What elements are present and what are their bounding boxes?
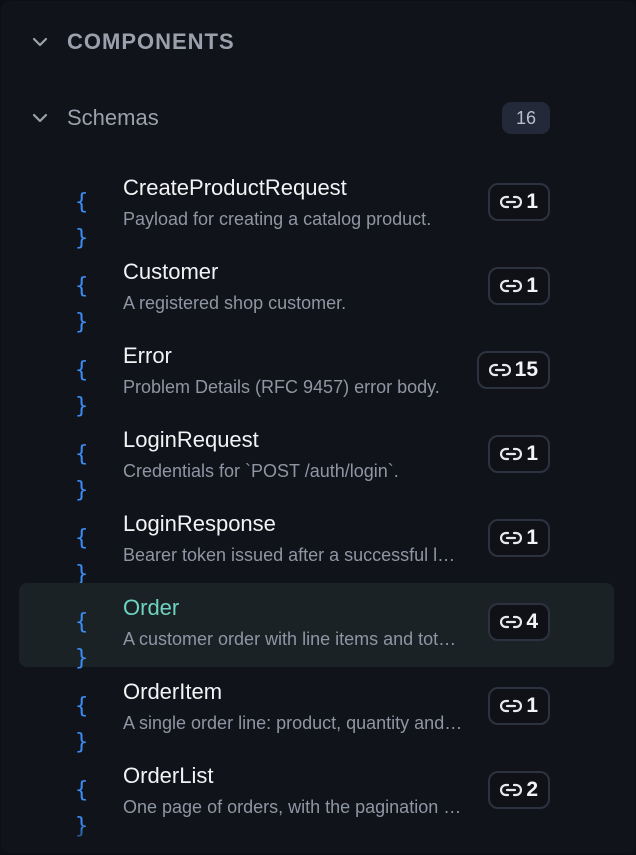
schema-description: Credentials for `POST /auth/login`. [123,461,399,481]
components-section-header[interactable]: COMPONENTS [29,25,235,59]
reference-count-button[interactable]: 1 [488,435,550,473]
schema-braces-icon: { } [75,190,91,251]
schema-braces-icon: { } [75,442,91,503]
reference-count: 15 [514,358,538,381]
reference-count-button[interactable]: 4 [488,603,550,641]
schema-count-badge: 16 [502,102,550,134]
reference-count: 1 [526,526,538,549]
schema-list-item[interactable]: { } Customer A registered shop customer.… [19,247,614,335]
schema-list-item[interactable]: { } CreateProductRequest Payload for cre… [19,163,614,251]
reference-count-button[interactable]: 1 [488,687,550,725]
schema-description: Bearer token issued after a successful l… [123,545,465,565]
chevron-down-icon [29,107,51,129]
reference-count: 4 [526,610,538,633]
group-title: Schemas [67,105,159,130]
schema-description: Payload for creating a catalog product. [123,209,432,229]
link-icon [500,615,523,629]
link-icon [488,363,511,377]
schema-braces-icon: { } [75,610,91,671]
link-icon [500,195,523,209]
schema-list-item[interactable]: { } LoginResponse Bearer token issued af… [19,499,614,587]
schema-description: A single order line: product, quantity a… [123,713,465,733]
schema-name: Order [123,595,180,620]
components-panel: COMPONENTS Schemas 16 { } CreateProductR… [1,1,635,853]
reference-count-button[interactable]: 15 [476,351,550,389]
link-icon [500,783,523,797]
schema-name: OrderItem [123,679,223,704]
link-icon [500,699,523,713]
schema-list-item[interactable]: { } OrderItem A single order line: produ… [19,667,614,755]
schema-braces-icon: { } [75,274,91,335]
schema-list-item[interactable]: { } Error Problem Details (RFC 9457) err… [19,331,614,419]
schema-braces-icon: { } [75,694,91,755]
schema-name: Customer [123,259,219,284]
schema-name: CreateProductRequest [123,175,347,200]
schema-name: OrderList [123,763,214,788]
schema-list-item[interactable]: { } OrderList One page of orders, with t… [19,751,614,839]
reference-count: 1 [526,442,538,465]
schema-list: { } CreateProductRequest Payload for cre… [19,163,614,839]
reference-count-button[interactable]: 1 [488,519,550,557]
schema-description: A registered shop customer. [123,293,347,313]
reference-count: 1 [526,190,538,213]
link-icon [500,447,523,461]
schema-list-item[interactable]: { } LoginRequest Credentials for `POST /… [19,415,614,503]
reference-count-button[interactable]: 1 [488,267,550,305]
reference-count-button[interactable]: 1 [488,183,550,221]
schemas-group-header[interactable]: Schemas [29,99,549,137]
reference-count: 1 [526,274,538,297]
link-icon [500,531,523,545]
reference-count-button[interactable]: 2 [488,771,550,809]
schema-name: LoginResponse [123,511,276,536]
chevron-down-icon [29,31,51,53]
schema-braces-icon: { } [75,778,91,839]
schema-description: A customer order with line items and tot… [123,629,465,649]
schema-name: Error [123,343,172,368]
reference-count: 2 [526,778,538,801]
schema-description: Problem Details (RFC 9457) error body. [123,377,440,397]
section-title: COMPONENTS [67,29,235,54]
schema-list-item[interactable]: { } Order A customer order with line ite… [19,583,614,671]
reference-count: 1 [526,694,538,717]
link-icon [500,279,523,293]
schema-braces-icon: { } [75,358,91,419]
schema-braces-icon: { } [75,526,91,587]
schema-description: One page of orders, with the pagination … [123,797,465,817]
schema-name: LoginRequest [123,427,259,452]
